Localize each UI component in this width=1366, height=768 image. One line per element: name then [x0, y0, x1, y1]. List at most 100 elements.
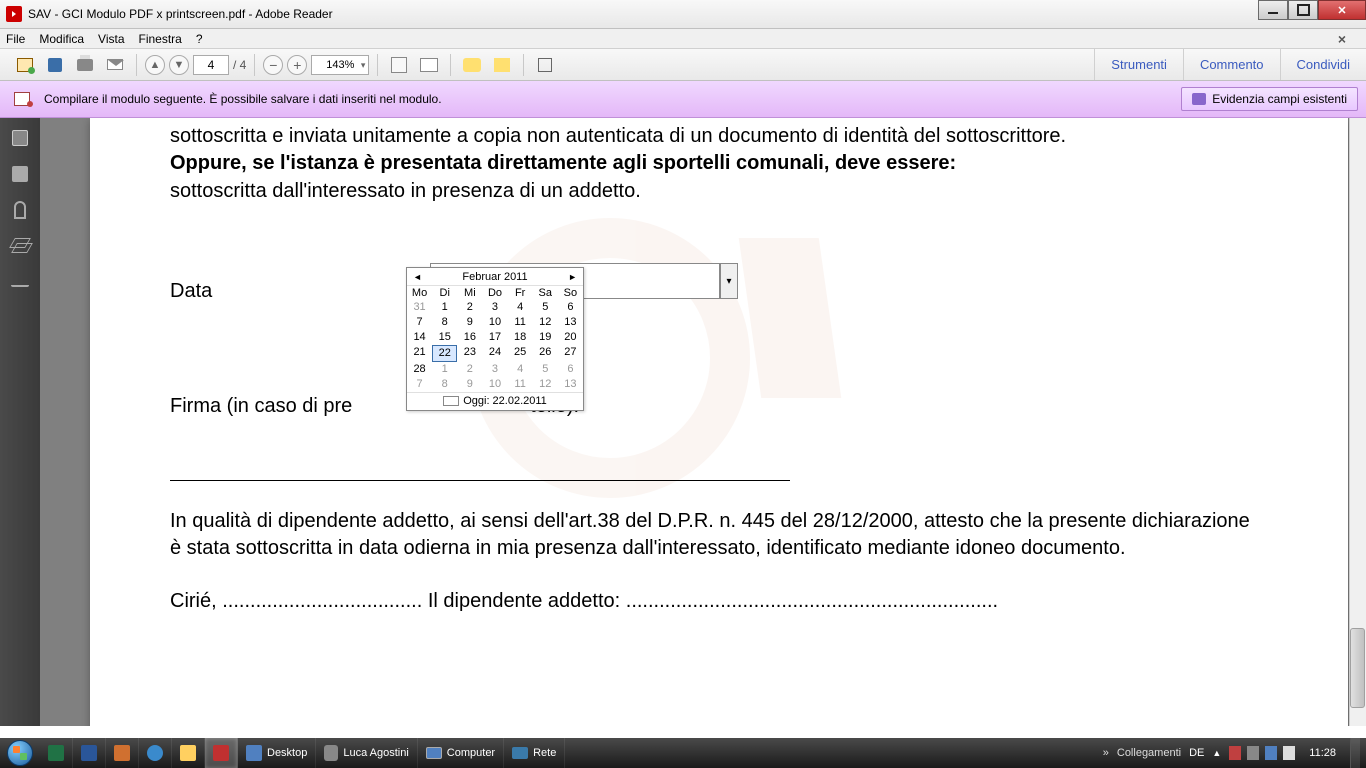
menu-edit[interactable]: Modifica	[39, 32, 84, 46]
picker-day[interactable]: 28	[407, 362, 432, 377]
picker-day[interactable]: 17	[482, 330, 507, 345]
picker-day[interactable]: 7	[407, 377, 432, 392]
picker-day[interactable]: 12	[533, 377, 558, 392]
picker-day[interactable]: 23	[457, 345, 482, 362]
picker-day[interactable]: 24	[482, 345, 507, 362]
sidepanel-pages[interactable]	[8, 162, 32, 186]
picker-day[interactable]: 1	[432, 362, 457, 377]
picker-day[interactable]: 5	[533, 362, 558, 377]
picker-day[interactable]: 3	[482, 300, 507, 315]
scrollbar-thumb[interactable]	[1350, 628, 1365, 708]
picker-today[interactable]: Oggi: 22.02.2011	[407, 392, 583, 410]
taskbar-outlook[interactable]	[106, 738, 139, 768]
picker-day[interactable]: 26	[533, 345, 558, 362]
taskbar-excel[interactable]	[40, 738, 73, 768]
picker-day[interactable]: 1	[432, 300, 457, 315]
tools-panel-button[interactable]: Strumenti	[1094, 49, 1183, 80]
picker-day[interactable]: 6	[558, 362, 583, 377]
expand-button[interactable]	[532, 52, 558, 78]
menu-view[interactable]: Vista	[98, 32, 124, 46]
picker-day[interactable]: 4	[508, 300, 533, 315]
picker-day[interactable]: 8	[432, 377, 457, 392]
minimize-button[interactable]	[1258, 0, 1288, 20]
tray-chevron[interactable]: ▲	[1212, 748, 1221, 758]
picker-day[interactable]: 5	[533, 300, 558, 315]
picker-day[interactable]: 22	[432, 345, 457, 362]
menubar-close-icon[interactable]: ×	[1338, 31, 1346, 47]
menu-help[interactable]: ?	[196, 32, 203, 46]
document-viewport[interactable]: sottoscritta e inviata unitamente a copi…	[40, 118, 1366, 726]
tray-icon-1[interactable]	[1229, 746, 1241, 760]
show-desktop-button[interactable]	[1350, 738, 1360, 768]
taskbar-links[interactable]: Collegamenti	[1103, 747, 1181, 759]
picker-day[interactable]: 25	[508, 345, 533, 362]
email-button[interactable]	[102, 52, 128, 78]
sidepanel-layers[interactable]	[8, 234, 32, 258]
comment-panel-button[interactable]: Commento	[1183, 49, 1280, 80]
taskbar-ie[interactable]	[139, 738, 172, 768]
picker-day[interactable]: 9	[457, 377, 482, 392]
menu-file[interactable]: File	[6, 32, 25, 46]
picker-next-button[interactable]: ►	[568, 272, 577, 282]
zoom-select[interactable]: 143%	[311, 55, 369, 75]
language-indicator[interactable]: DE	[1189, 747, 1204, 759]
tool1-button[interactable]	[386, 52, 412, 78]
picker-day[interactable]: 2	[457, 362, 482, 377]
tray-icon-2[interactable]	[1247, 746, 1259, 760]
highlight-button[interactable]	[489, 52, 515, 78]
picker-day[interactable]: 9	[457, 315, 482, 330]
picker-day[interactable]: 10	[482, 377, 507, 392]
sidepanel-attachments[interactable]	[8, 198, 32, 222]
start-button[interactable]	[0, 738, 40, 768]
page-up-button[interactable]: ▲	[145, 55, 165, 75]
picker-day[interactable]: 10	[482, 315, 507, 330]
taskbar-explorer[interactable]	[172, 738, 205, 768]
taskbar-word[interactable]	[73, 738, 106, 768]
menu-window[interactable]: Finestra	[139, 32, 182, 46]
picker-day[interactable]: 15	[432, 330, 457, 345]
taskbar-adobe-active[interactable]	[205, 738, 238, 768]
picker-day[interactable]: 12	[533, 315, 558, 330]
tray-volume-icon[interactable]	[1283, 746, 1295, 760]
zoom-out-button[interactable]: −	[263, 55, 283, 75]
close-button[interactable]: ✕	[1318, 0, 1366, 20]
date-picker[interactable]: ◄ Februar 2011 ► MoDiMiDoFrSaSo 31123456…	[406, 267, 584, 411]
save-button[interactable]	[42, 52, 68, 78]
picker-day[interactable]: 27	[558, 345, 583, 362]
picker-day[interactable]: 11	[508, 315, 533, 330]
page-input[interactable]	[193, 55, 229, 75]
picker-day[interactable]: 16	[457, 330, 482, 345]
picker-day[interactable]: 4	[508, 362, 533, 377]
sign-button[interactable]	[416, 52, 442, 78]
taskbar-user-item[interactable]: Luca Agostini	[316, 738, 417, 768]
sidepanel-thumbnails[interactable]	[8, 126, 32, 150]
maximize-button[interactable]	[1288, 0, 1318, 20]
picker-day[interactable]: 11	[508, 377, 533, 392]
picker-day[interactable]: 8	[432, 315, 457, 330]
comment-button[interactable]	[459, 52, 485, 78]
taskbar-desktop-item[interactable]: Desktop	[238, 738, 316, 768]
highlight-fields-button[interactable]: Evidenzia campi esistenti	[1181, 87, 1358, 111]
page-down-button[interactable]: ▼	[169, 55, 189, 75]
picker-day[interactable]: 19	[533, 330, 558, 345]
picker-day[interactable]: 18	[508, 330, 533, 345]
picker-day[interactable]: 13	[558, 315, 583, 330]
share-panel-button[interactable]: Condividi	[1280, 49, 1366, 80]
picker-day[interactable]: 21	[407, 345, 432, 362]
taskbar-computer-item[interactable]: Computer	[418, 738, 504, 768]
zoom-in-button[interactable]: +	[287, 55, 307, 75]
sidepanel-signatures[interactable]	[8, 270, 32, 294]
picker-day[interactable]: 13	[558, 377, 583, 392]
picker-day[interactable]: 2	[457, 300, 482, 315]
picker-day[interactable]: 20	[558, 330, 583, 345]
taskbar-network-item[interactable]: Rete	[504, 738, 565, 768]
clock[interactable]: 11:28	[1303, 747, 1342, 759]
picker-day[interactable]: 7	[407, 315, 432, 330]
print-button[interactable]	[72, 52, 98, 78]
picker-day[interactable]: 14	[407, 330, 432, 345]
tray-icon-3[interactable]	[1265, 746, 1277, 760]
picker-day[interactable]: 6	[558, 300, 583, 315]
export-button[interactable]	[12, 52, 38, 78]
picker-day[interactable]: 3	[482, 362, 507, 377]
picker-prev-button[interactable]: ◄	[413, 272, 422, 282]
